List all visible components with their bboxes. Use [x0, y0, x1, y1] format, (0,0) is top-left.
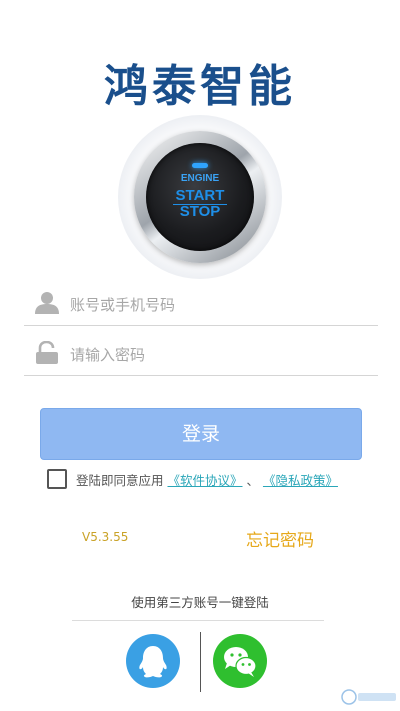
- account-input-placeholder[interactable]: 账号或手机号码: [70, 294, 175, 315]
- engine-led-indicator: [192, 163, 208, 168]
- agreement-text: 登陆即同意应用 《软件协议》 、 《隐私政策》: [76, 470, 338, 489]
- third-party-login-title: 使用第三方账号一键登陆: [131, 595, 269, 610]
- engine-stop-label: STOP: [179, 203, 221, 220]
- software-agreement-link[interactable]: 《软件协议》: [167, 473, 242, 488]
- agreement-prefix: 登陆即同意应用: [76, 473, 168, 488]
- engine-start-stop-graphic: ENGINE START STOP: [118, 115, 282, 279]
- wechat-login-button[interactable]: [213, 634, 267, 688]
- user-icon: [35, 292, 59, 314]
- forgot-password-link[interactable]: 忘记密码: [246, 526, 314, 551]
- engine-start-label: START: [175, 187, 225, 204]
- password-input-placeholder[interactable]: 请输入密码: [70, 344, 145, 365]
- login-button[interactable]: 登录: [40, 408, 362, 460]
- qq-login-button[interactable]: [126, 634, 180, 688]
- password-field[interactable]: 请输入密码: [24, 331, 378, 376]
- account-field[interactable]: 账号或手机号码: [24, 281, 378, 326]
- third-party-divider: [72, 620, 324, 621]
- unlock-icon: [36, 341, 58, 364]
- app-logo-title: 鸿泰智能: [104, 61, 296, 112]
- app-version: V5.3.55: [82, 530, 129, 544]
- corner-watermark-logo: [341, 689, 396, 705]
- login-options-divider: [200, 632, 201, 692]
- agreement-checkbox[interactable]: [47, 469, 67, 489]
- privacy-policy-link[interactable]: 《隐私政策》: [263, 473, 338, 488]
- wechat-icon: [224, 647, 257, 677]
- qq-penguin-icon: [139, 646, 167, 678]
- engine-label: ENGINE: [180, 173, 220, 184]
- agreement-separator: 、: [242, 473, 263, 488]
